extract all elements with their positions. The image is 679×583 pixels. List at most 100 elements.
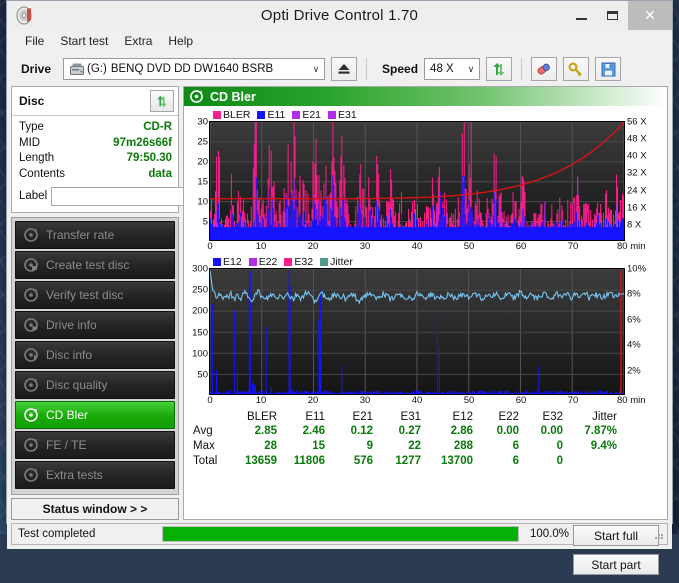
maximize-button[interactable] (597, 1, 628, 30)
x-tick-label: 60 (516, 395, 527, 406)
stats-max-e22: 6 (479, 439, 525, 454)
drive-select[interactable]: (G:) BENQ DVD DD DW1640 BSRB ∨ (63, 58, 325, 80)
sidebar-item-cd-bler[interactable]: CD Bler (15, 401, 175, 429)
content-area: Disc Type CD-R (7, 86, 672, 520)
eject-button[interactable] (331, 57, 357, 81)
close-icon: ✕ (644, 7, 656, 24)
disc-row-length: Length 79:50.30 (19, 151, 172, 167)
sidebar-item-disc-info[interactable]: Disc info (15, 341, 175, 369)
y2-tick-label: 24 X (627, 185, 647, 196)
drive-label: Drive (21, 62, 51, 76)
eraser-icon (535, 62, 553, 77)
sidebar-item-label: CD Bler (46, 408, 88, 422)
toolbar-separator (366, 58, 367, 80)
y-tick-label: 30 (197, 117, 208, 128)
y2-tick-label: 40 X (627, 151, 647, 162)
x-tick-label: 40 (412, 395, 423, 406)
y-tick-label: 5 (203, 217, 208, 228)
x-tick-label: 10 (256, 241, 267, 252)
disc-panel: Disc Type CD-R (11, 86, 179, 213)
stats-max-e31: 22 (379, 439, 427, 454)
minimize-button[interactable] (566, 1, 597, 30)
refresh-button[interactable] (486, 57, 512, 81)
disc-icon (23, 377, 39, 393)
sidebar-item-transfer-rate[interactable]: Transfer rate (15, 221, 175, 249)
erase-button[interactable] (531, 57, 557, 81)
legend-swatch-bler (213, 111, 221, 119)
key-button[interactable] (563, 57, 589, 81)
title-bar: Opti Drive Control 1.70 ✕ (7, 1, 672, 30)
sidebar-item-fe-te[interactable]: FE / TE (15, 431, 175, 459)
legend-swatch-e21 (292, 111, 300, 119)
disc-panel-header: Disc (12, 87, 178, 116)
y2-tick-label: 8% (627, 289, 641, 300)
resize-grip[interactable] (650, 527, 664, 541)
sidebar-item-verify-test-disc[interactable]: Verify test disc (15, 281, 175, 309)
bler-plot-area (209, 121, 625, 241)
stats-max-e11: 15 (283, 439, 331, 454)
y-tick-label: 250 (192, 285, 208, 296)
menu-item-help[interactable]: Help (160, 32, 201, 50)
start-full-button[interactable]: Start full (573, 525, 659, 546)
legend-label: E22 (259, 256, 278, 268)
chart-panel-title: CD Bler (210, 90, 256, 104)
x-tick-label: 80 min (617, 395, 646, 406)
x-tick-label: 0 (207, 395, 212, 406)
speed-label: Speed (382, 62, 418, 76)
x-tick-label: 70 (568, 395, 579, 406)
close-button[interactable]: ✕ (628, 1, 672, 30)
toolbar-separator-2 (521, 58, 522, 80)
stats-total-e11: 11806 (283, 454, 331, 469)
disc-row-mid: MID 97m26s66f (19, 136, 172, 152)
legend-item-e31: E31 (328, 109, 357, 121)
disc-contents-value: data (148, 167, 172, 183)
y2-tick-label: 2% (627, 365, 641, 376)
stats-col-e22: E22 (479, 411, 525, 424)
stats-total-e32: 0 (525, 454, 569, 469)
legend-item-e21: E21 (292, 109, 321, 121)
disc-icon (23, 437, 39, 453)
disc-icon (23, 347, 39, 363)
window-controls: ✕ (566, 1, 672, 30)
menu-item-extra[interactable]: Extra (116, 32, 160, 50)
stats-avg-e31: 0.27 (379, 424, 427, 439)
status-text: Test completed (12, 528, 162, 540)
legend-swatch-e32 (284, 258, 292, 266)
disc-panel-title: Disc (19, 94, 44, 108)
y2-tick-label: 4% (627, 340, 641, 351)
sidebar-item-label: Disc quality (46, 378, 107, 392)
sidebar-item-extra-tests[interactable]: Extra tests (15, 461, 175, 489)
save-button[interactable] (595, 57, 621, 81)
key-icon (568, 62, 584, 77)
y-tick-label: 300 (192, 264, 208, 275)
legend-item-jitter: Jitter (320, 256, 353, 268)
disc-refresh-button[interactable] (150, 90, 174, 112)
menu-item-file[interactable]: File (17, 32, 52, 50)
sidebar-item-drive-info[interactable]: Drive info (15, 311, 175, 339)
menu-bar: File Start test Extra Help (7, 30, 672, 52)
y2-tick-label: 16 X (627, 202, 647, 213)
legend-item-e22: E22 (249, 256, 278, 268)
y2-tick-label: 6% (627, 314, 641, 325)
stats-total-e12: 13700 (427, 454, 479, 469)
stats-col-e11: E11 (283, 411, 331, 424)
status-window-button[interactable]: Status window > > (11, 498, 179, 520)
disc-icon (190, 90, 203, 103)
stats-avg-e32: 0.00 (525, 424, 569, 439)
menu-item-start-test[interactable]: Start test (52, 32, 116, 50)
maximize-icon (607, 11, 618, 20)
chart-panel-header: CD Bler (184, 87, 667, 106)
speed-select[interactable]: 48 X ∨ (424, 58, 480, 80)
sidebar-item-create-test-disc[interactable]: Create test disc (15, 251, 175, 279)
sidebar-item-disc-quality[interactable]: Disc quality (15, 371, 175, 399)
minimize-icon (576, 18, 587, 20)
bler-y-axis-left: 51015202530 (187, 121, 209, 241)
x-tick-label: 60 (516, 241, 527, 252)
stats-row-label-avg: Avg (191, 424, 231, 439)
x-tick-label: 10 (256, 395, 267, 406)
y2-tick-label: 32 X (627, 168, 647, 179)
x-tick-label: 20 (308, 241, 319, 252)
legend-label: Jitter (330, 256, 353, 268)
legend-swatch-jitter (320, 258, 328, 266)
start-part-button[interactable]: Start part (573, 554, 659, 575)
